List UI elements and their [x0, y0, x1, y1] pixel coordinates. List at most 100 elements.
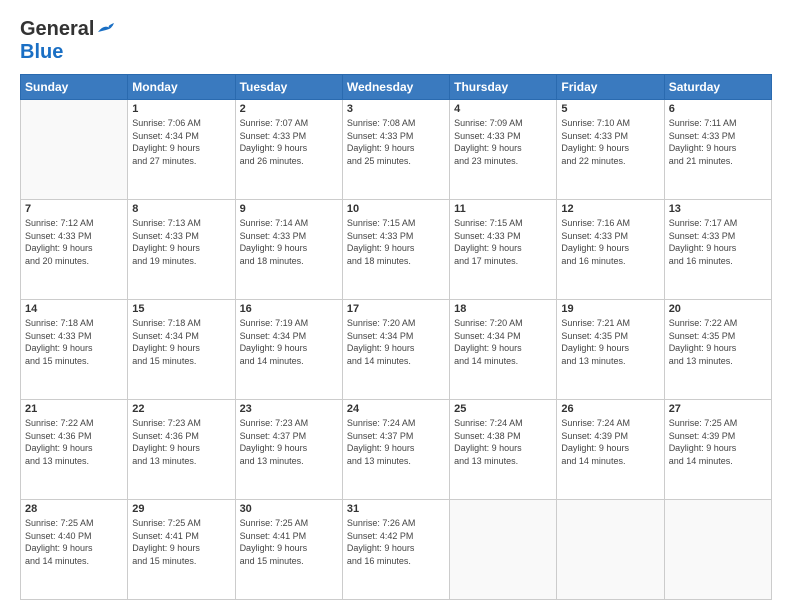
page: General Blue SundayMondayTuesdayWednesda…	[0, 0, 792, 612]
day-number: 14	[25, 303, 123, 315]
calendar-cell: 30 Sunrise: 7:25 AMSunset: 4:41 PMDayligh…	[235, 500, 342, 600]
day-number: 6	[669, 103, 767, 115]
day-info: Sunrise: 7:10 AMSunset: 4:33 PMDaylight:…	[561, 117, 659, 167]
calendar-cell: 22 Sunrise: 7:23 AMSunset: 4:36 PMDayligh…	[128, 400, 235, 500]
day-info: Sunrise: 7:23 AMSunset: 4:37 PMDaylight:…	[240, 417, 338, 467]
calendar-cell: 2 Sunrise: 7:07 AMSunset: 4:33 PMDaylight…	[235, 100, 342, 200]
calendar-cell: 9Sunrise: 7:14 AMSunset: 4:33 PMDaylight…	[235, 200, 342, 300]
day-info: Sunrise: 7:13 AMSunset: 4:33 PMDaylight:…	[132, 217, 230, 267]
logo-general: General	[20, 18, 94, 41]
calendar-header-wednesday: Wednesday	[342, 75, 449, 100]
day-info: Sunrise: 7:24 AMSunset: 4:38 PMDaylight:…	[454, 417, 552, 467]
day-number: 5	[561, 103, 659, 115]
calendar-cell: 12 Sunrise: 7:16 AMSunset: 4:33 PMDayligh…	[557, 200, 664, 300]
day-info: Sunrise: 7:24 AMSunset: 4:39 PMDaylight:…	[561, 417, 659, 467]
day-number: 23	[240, 403, 338, 415]
calendar-cell: 29Sunrise: 7:25 AMSunset: 4:41 PMDayligh…	[128, 500, 235, 600]
day-number: 19	[561, 303, 659, 315]
day-number: 1	[132, 103, 230, 115]
day-info: Sunrise: 7:08 AMSunset: 4:33 PMDaylight:…	[347, 117, 445, 167]
day-info: Sunrise: 7:06 AMSunset: 4:34 PMDaylight:…	[132, 117, 230, 167]
day-number: 15	[132, 303, 230, 315]
calendar-cell: 14 Sunrise: 7:18 AMSunset: 4:33 PMDayligh…	[21, 300, 128, 400]
day-info: Sunrise: 7:18 AMSunset: 4:33 PMDaylight:…	[25, 317, 123, 367]
calendar-cell	[450, 500, 557, 600]
calendar-cell: 8 Sunrise: 7:13 AMSunset: 4:33 PMDaylight…	[128, 200, 235, 300]
logo-bird-icon	[96, 22, 118, 38]
day-number: 7	[25, 203, 123, 215]
day-info: Sunrise: 7:07 AMSunset: 4:33 PMDaylight:…	[240, 117, 338, 167]
day-info: Sunrise: 7:11 AMSunset: 4:33 PMDaylight:…	[669, 117, 767, 167]
day-number: 31	[347, 503, 445, 515]
calendar-cell: 3 Sunrise: 7:08 AMSunset: 4:33 PMDaylight…	[342, 100, 449, 200]
day-number: 8	[132, 203, 230, 215]
day-info: Sunrise: 7:24 AMSunset: 4:37 PMDaylight:…	[347, 417, 445, 467]
calendar-cell: 13 Sunrise: 7:17 AMSunset: 4:33 PMDayligh…	[664, 200, 771, 300]
calendar-cell: 26 Sunrise: 7:24 AMSunset: 4:39 PMDayligh…	[557, 400, 664, 500]
calendar-cell: 20 Sunrise: 7:22 AMSunset: 4:35 PMDayligh…	[664, 300, 771, 400]
calendar-cell: 17 Sunrise: 7:20 AMSunset: 4:34 PMDayligh…	[342, 300, 449, 400]
calendar-cell	[21, 100, 128, 200]
day-info: Sunrise: 7:23 AMSunset: 4:36 PMDaylight:…	[132, 417, 230, 467]
day-number: 11	[454, 203, 552, 215]
calendar-cell: 25Sunrise: 7:24 AMSunset: 4:38 PMDayligh…	[450, 400, 557, 500]
day-info: Sunrise: 7:16 AMSunset: 4:33 PMDaylight:…	[561, 217, 659, 267]
day-info: Sunrise: 7:19 AMSunset: 4:34 PMDaylight:…	[240, 317, 338, 367]
day-number: 18	[454, 303, 552, 315]
day-number: 22	[132, 403, 230, 415]
calendar-header-monday: Monday	[128, 75, 235, 100]
calendar-cell: 6 Sunrise: 7:11 AMSunset: 4:33 PMDaylight…	[664, 100, 771, 200]
day-number: 4	[454, 103, 552, 115]
calendar-cell: 7Sunrise: 7:12 AMSunset: 4:33 PMDaylight…	[21, 200, 128, 300]
calendar-cell: 11Sunrise: 7:15 AMSunset: 4:33 PMDayligh…	[450, 200, 557, 300]
calendar-cell: 16 Sunrise: 7:19 AMSunset: 4:34 PMDayligh…	[235, 300, 342, 400]
logo: General Blue	[20, 18, 118, 64]
logo-blue: Blue	[20, 41, 63, 63]
day-info: Sunrise: 7:15 AMSunset: 4:33 PMDaylight:…	[347, 217, 445, 267]
calendar-header-sunday: Sunday	[21, 75, 128, 100]
day-number: 21	[25, 403, 123, 415]
day-info: Sunrise: 7:22 AMSunset: 4:35 PMDaylight:…	[669, 317, 767, 367]
day-info: Sunrise: 7:20 AMSunset: 4:34 PMDaylight:…	[347, 317, 445, 367]
day-number: 2	[240, 103, 338, 115]
day-number: 27	[669, 403, 767, 415]
calendar-header-saturday: Saturday	[664, 75, 771, 100]
calendar-cell: 27 Sunrise: 7:25 AMSunset: 4:39 PMDayligh…	[664, 400, 771, 500]
day-number: 13	[669, 203, 767, 215]
day-number: 17	[347, 303, 445, 315]
day-number: 29	[132, 503, 230, 515]
day-number: 16	[240, 303, 338, 315]
day-info: Sunrise: 7:17 AMSunset: 4:33 PMDaylight:…	[669, 217, 767, 267]
day-number: 12	[561, 203, 659, 215]
calendar-cell: 18 Sunrise: 7:20 AMSunset: 4:34 PMDayligh…	[450, 300, 557, 400]
calendar-cell: 5 Sunrise: 7:10 AMSunset: 4:33 PMDaylight…	[557, 100, 664, 200]
day-number: 26	[561, 403, 659, 415]
day-info: Sunrise: 7:20 AMSunset: 4:34 PMDaylight:…	[454, 317, 552, 367]
calendar-cell	[557, 500, 664, 600]
day-number: 28	[25, 503, 123, 515]
calendar-week-row: 7Sunrise: 7:12 AMSunset: 4:33 PMDaylight…	[21, 200, 772, 300]
day-info: Sunrise: 7:26 AMSunset: 4:42 PMDaylight:…	[347, 517, 445, 567]
day-info: Sunrise: 7:25 AMSunset: 4:41 PMDaylight:…	[240, 517, 338, 567]
calendar-week-row: 14 Sunrise: 7:18 AMSunset: 4:33 PMDayligh…	[21, 300, 772, 400]
calendar-header-row: SundayMondayTuesdayWednesdayThursdayFrid…	[21, 75, 772, 100]
calendar-cell: 10 Sunrise: 7:15 AMSunset: 4:33 PMDayligh…	[342, 200, 449, 300]
day-number: 3	[347, 103, 445, 115]
day-number: 20	[669, 303, 767, 315]
calendar-cell: 4Sunrise: 7:09 AMSunset: 4:33 PMDaylight…	[450, 100, 557, 200]
calendar-cell: 23 Sunrise: 7:23 AMSunset: 4:37 PMDayligh…	[235, 400, 342, 500]
calendar-cell: 31 Sunrise: 7:26 AMSunset: 4:42 PMDayligh…	[342, 500, 449, 600]
calendar-header-tuesday: Tuesday	[235, 75, 342, 100]
day-info: Sunrise: 7:21 AMSunset: 4:35 PMDaylight:…	[561, 317, 659, 367]
calendar-cell	[664, 500, 771, 600]
calendar-week-row: 28Sunrise: 7:25 AMSunset: 4:40 PMDayligh…	[21, 500, 772, 600]
day-number: 30	[240, 503, 338, 515]
day-number: 10	[347, 203, 445, 215]
day-info: Sunrise: 7:25 AMSunset: 4:39 PMDaylight:…	[669, 417, 767, 467]
calendar-cell: 21Sunrise: 7:22 AMSunset: 4:36 PMDayligh…	[21, 400, 128, 500]
calendar-cell: 24Sunrise: 7:24 AMSunset: 4:37 PMDayligh…	[342, 400, 449, 500]
calendar-header-friday: Friday	[557, 75, 664, 100]
calendar-cell: 19 Sunrise: 7:21 AMSunset: 4:35 PMDayligh…	[557, 300, 664, 400]
calendar-header-thursday: Thursday	[450, 75, 557, 100]
header: General Blue	[20, 18, 772, 64]
